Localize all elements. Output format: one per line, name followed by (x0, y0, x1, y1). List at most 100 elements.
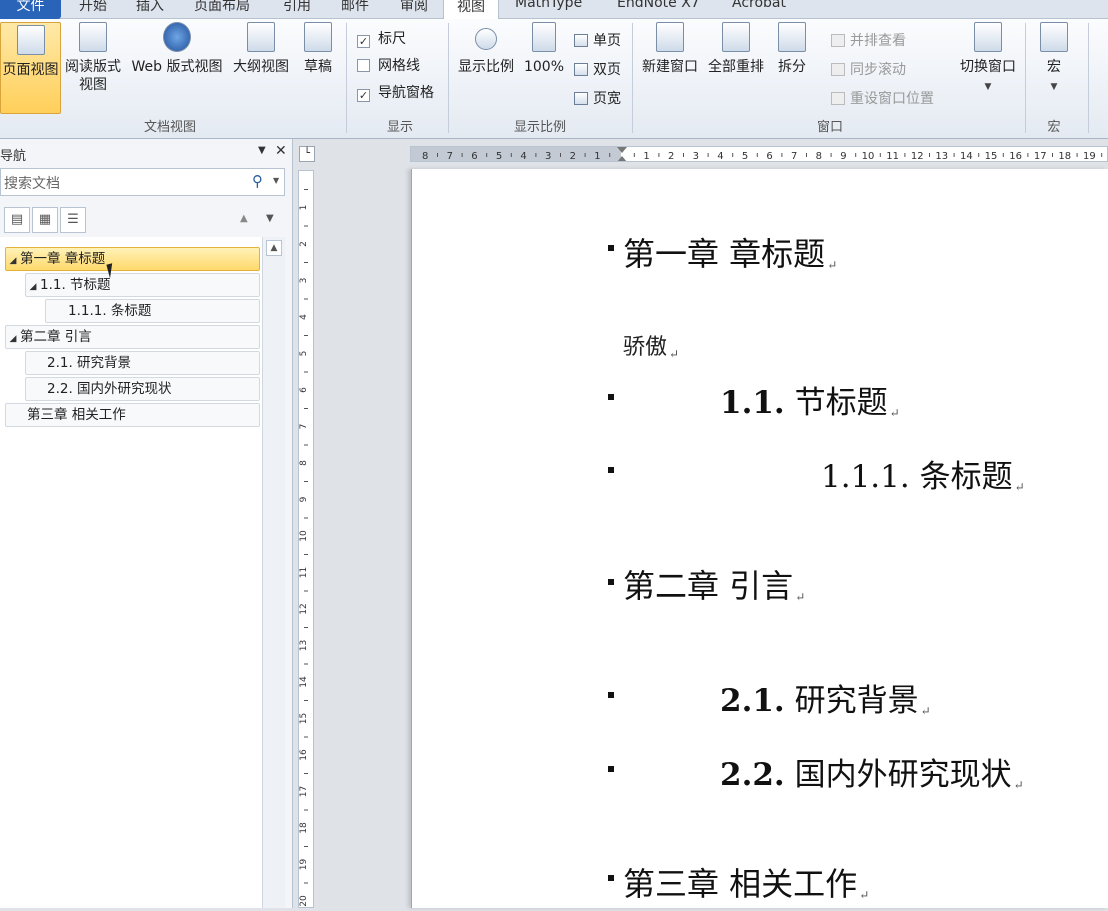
reset-window-position-button[interactable]: 重设窗口位置 (831, 88, 934, 108)
ruler-number: 3 (693, 151, 699, 162)
tab-home[interactable]: 开始 (79, 0, 107, 19)
gridlines-checkbox[interactable]: 网格线 (357, 55, 420, 75)
tab-mathtype[interactable]: MathType (515, 0, 582, 19)
ruler-number: 7 (791, 151, 797, 162)
one-page-button[interactable]: 单页 (574, 30, 621, 50)
tree-node-section-2-2[interactable]: 2.2. 国内外研究现状 (25, 377, 260, 401)
new-window-icon (656, 22, 684, 52)
previous-heading-icon[interactable]: ▲ (240, 213, 248, 224)
group-separator (632, 23, 633, 133)
ruler-number: 2 (668, 151, 674, 162)
pages-view-tab[interactable]: ▦ (32, 207, 58, 233)
sync-scroll-button[interactable]: 同步滚动 (831, 59, 906, 79)
tree-node-chapter-2[interactable]: ◢ 第二章 引言 (5, 325, 260, 349)
search-document-input[interactable]: 搜索文档 ⚲ ▼ (0, 168, 285, 196)
one-page-icon (574, 34, 588, 47)
ruler-checkbox[interactable]: ✓ 标尺 (357, 28, 406, 48)
heading-chapter-2[interactable]: 第二章 引言 ↵ (623, 561, 805, 607)
ruler-number: 12 (911, 151, 924, 162)
tab-stop-selector-icon[interactable]: └ (299, 146, 315, 162)
collapse-triangle-icon[interactable]: ◢ (6, 250, 20, 272)
switch-windows-button[interactable]: 切换窗口 ▼ (956, 22, 1020, 96)
nav-pane-header: 导航 ▼ ✕ (0, 143, 293, 164)
first-line-indent-marker[interactable] (617, 147, 627, 153)
document-page[interactable]: 第一章 章标题 ↵ 骄傲 ↵ 1.1. 节标题 ↵ 1.1.1. 条标题 ↵ 第二章 引… (411, 169, 1108, 908)
ruler-number: 9 (299, 496, 309, 502)
zoom-button[interactable]: 显示比例 (454, 22, 518, 76)
heading-chapter-1[interactable]: 第一章 章标题 ↵ (623, 229, 837, 275)
tree-node-chapter-3[interactable]: 第三章 相关工作 (5, 403, 260, 427)
horizontal-ruler[interactable]: 8 7 6 5 4 3 2 1 1 2 3 4 5 6 7 8 9 10 11 12 13 14 15 16 17 18 19 (410, 146, 1108, 162)
tab-insert[interactable]: 插入 (136, 0, 164, 19)
ruler-number: 20 (299, 895, 309, 907)
page-100-icon (532, 22, 556, 52)
checkmark-icon: ✓ (357, 89, 370, 102)
vertical-ruler[interactable]: 1 2 3 4 5 6 7 8 9 10 11 12 13 14 15 16 17 18 19 20 (298, 170, 314, 908)
split-button[interactable]: 拆分 (774, 22, 810, 76)
arrange-all-button[interactable]: 全部重排 (704, 22, 768, 76)
tree-node-chapter-1[interactable]: ◢ 第一章 章标题 (5, 247, 260, 271)
ruler-number: 14 (299, 676, 309, 688)
ruler-number: 1 (299, 205, 309, 211)
tab-view[interactable]: 视图 (443, 0, 499, 20)
navigation-pane: 导航 ▼ ✕ 搜索文档 ⚲ ▼ ▤ ▦ ☰ ▲ ▼ ◢ 第一章 章标题 ◢ 1.1.… (0, 139, 293, 908)
ruler-number: 17 (1034, 151, 1047, 162)
pane-options-icon[interactable]: ▼ (258, 145, 266, 156)
results-view-tab[interactable]: ☰ (60, 207, 86, 233)
ruler-number: 19 (299, 859, 309, 871)
nav-pane-title: 导航 (0, 149, 27, 164)
nav-pane-checkbox[interactable]: ✓ 导航窗格 (357, 82, 434, 102)
ruler-number: 8 (816, 151, 822, 162)
ruler-number: 16 (1009, 151, 1022, 162)
two-pages-button[interactable]: 双页 (574, 59, 621, 79)
tree-node-subsection-1-1-1[interactable]: 1.1.1. 条标题 (45, 299, 260, 323)
ruler-number: 7 (447, 151, 453, 162)
results-icon: ☰ (67, 212, 79, 227)
ruler-number: 6 (471, 151, 477, 162)
next-heading-icon[interactable]: ▼ (266, 213, 274, 224)
hanging-indent-marker[interactable] (617, 156, 627, 161)
macros-button[interactable]: 宏 ▼ (1034, 22, 1074, 96)
page-width-button[interactable]: 页宽 (574, 88, 621, 108)
tree-node-section-1-1[interactable]: ◢ 1.1. 节标题 (25, 273, 260, 297)
tab-endnote[interactable]: EndNote X7 (617, 0, 700, 19)
tab-review[interactable]: 审阅 (400, 0, 428, 19)
globe-icon (163, 22, 191, 52)
search-dropdown-icon[interactable]: ▼ (273, 176, 279, 185)
new-window-button[interactable]: 新建窗口 (638, 22, 702, 76)
web-view-button[interactable]: Web 版式视图 (128, 22, 226, 76)
paragraph-mark-icon: ↵ (889, 406, 900, 420)
reading-view-button[interactable]: 阅读版式 视图 (62, 22, 124, 94)
heading-chapter-3[interactable]: 第三章 相关工作 ↵ (623, 859, 869, 905)
side-by-side-button[interactable]: 并排查看 (831, 30, 906, 50)
tab-mailings[interactable]: 邮件 (341, 0, 369, 19)
group-label-zoom: 显示比例 (513, 120, 566, 135)
tree-node-section-2-1[interactable]: 2.1. 研究背景 (25, 351, 260, 375)
ribbon: 页面视图 阅读版式 视图 Web 版式视图 大纲视图 草稿 文档视图 ✓ 标尺 网… (0, 19, 1108, 139)
body-text[interactable]: 骄傲 ↵ (623, 329, 679, 361)
outline-view-button[interactable]: 大纲视图 (230, 22, 292, 76)
page-view-button[interactable]: 页面视图 (0, 22, 61, 114)
tab-file[interactable]: 文件 (0, 0, 61, 19)
heading-section-2-1[interactable]: 2.1. 研究背景 ↵ (720, 675, 931, 720)
draft-view-button[interactable]: 草稿 (300, 22, 336, 76)
ruler-number: 19 (1083, 151, 1096, 162)
tab-acrobat[interactable]: Acrobat (732, 0, 786, 19)
tree-scrollbar[interactable]: ▲ (262, 237, 285, 908)
zoom-100-button[interactable]: 100% (522, 22, 566, 76)
heading-subsection-1-1-1[interactable]: 1.1.1. 条标题 ↵ (821, 451, 1025, 496)
heading-tree: ◢ 第一章 章标题 ◢ 1.1. 节标题 1.1.1. 条标题 ◢ 第二章 引言 2.… (0, 237, 262, 908)
headings-view-tab[interactable]: ▤ (4, 207, 30, 233)
tab-page-layout[interactable]: 页面布局 (194, 0, 250, 19)
collapse-triangle-icon[interactable]: ◢ (26, 276, 40, 298)
ruler-number: 18 (1058, 151, 1071, 162)
paragraph-mark-icon: ↵ (859, 888, 870, 902)
scroll-up-icon[interactable]: ▲ (266, 240, 282, 256)
search-icon[interactable]: ⚲ (252, 172, 263, 190)
tab-references[interactable]: 引用 (283, 0, 311, 19)
heading-section-1-1[interactable]: 1.1. 节标题 ↵ (720, 377, 900, 422)
thumbnails-icon: ▦ (38, 212, 52, 227)
close-icon[interactable]: ✕ (275, 143, 287, 159)
collapse-triangle-icon[interactable]: ◢ (6, 328, 20, 350)
heading-section-2-2[interactable]: 2.2. 国内外研究现状 ↵ (720, 749, 1024, 794)
